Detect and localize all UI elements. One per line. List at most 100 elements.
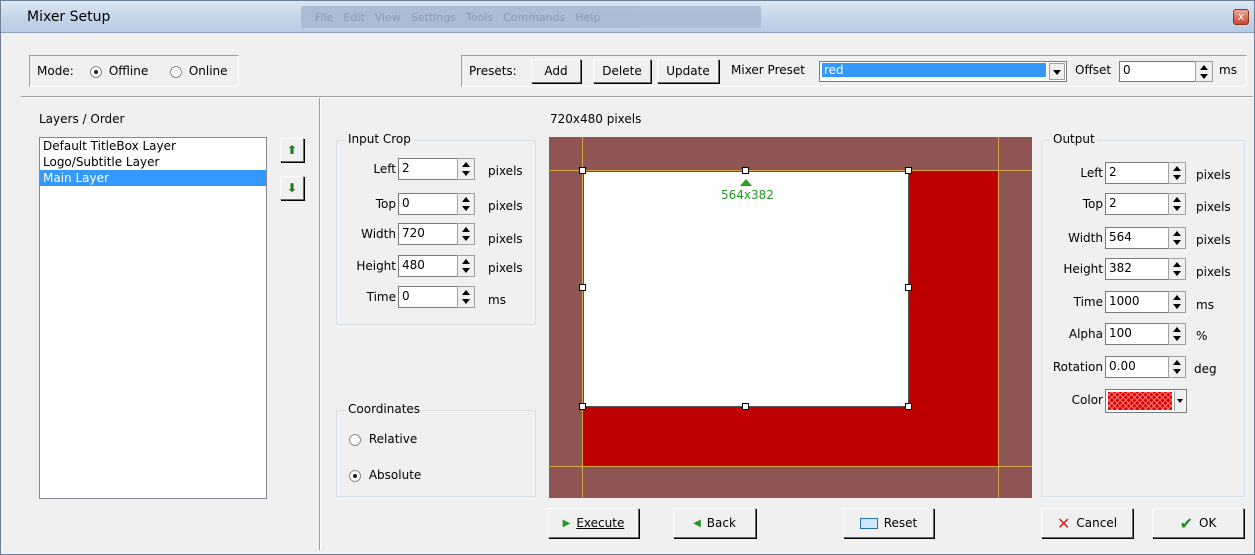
chevron-down-icon <box>1049 63 1065 80</box>
preview-size-label: 720x480 pixels <box>550 112 642 126</box>
resize-handle-se[interactable] <box>905 403 912 410</box>
execute-button[interactable]: ▶ Execute <box>548 508 639 538</box>
input-crop-title: Input Crop <box>345 132 414 146</box>
absolute-label: Absolute <box>368 468 422 482</box>
background-menu-bar: File Edit View Settings Tools Commands H… <box>301 6 761 28</box>
resize-handle-nw[interactable] <box>579 167 586 174</box>
resize-handle-e[interactable] <box>905 284 912 291</box>
mode-offline-label: Offline <box>108 64 149 78</box>
selected-layer-rect[interactable] <box>583 171 909 407</box>
out-alpha-spinner[interactable] <box>1168 323 1186 345</box>
out-left-label: Left <box>1080 166 1103 180</box>
ghost-menu-tools: Tools <box>465 10 494 24</box>
out-time-spinner[interactable] <box>1168 291 1186 313</box>
ok-button[interactable]: ✔ OK <box>1152 508 1244 538</box>
mixer-preset-value: red <box>822 63 1046 77</box>
mixer-preset-label: Mixer Preset <box>731 63 805 77</box>
out-time-unit: ms <box>1196 298 1214 312</box>
radio-empty-icon <box>170 65 182 78</box>
out-top-spinner[interactable] <box>1168 193 1186 215</box>
ghost-menu-commands: Commands <box>503 10 566 24</box>
out-top-label: Top <box>1082 197 1103 211</box>
radio-dot-icon <box>90 65 102 78</box>
title-bar[interactable]: Mixer Setup File Edit View Settings Tool… <box>1 1 1254 33</box>
out-alpha-label: Alpha <box>1068 327 1103 341</box>
out-height-label: Height <box>1063 262 1103 276</box>
checkmark-icon: ✔ <box>1179 513 1194 533</box>
resize-handle-s[interactable] <box>742 403 749 410</box>
back-arrow-icon: ◀ <box>693 517 701 529</box>
move-down-button[interactable]: ⬇ <box>280 176 304 200</box>
layers-list[interactable]: Default TitleBox Layer Logo/Subtitle Lay… <box>39 137 267 499</box>
update-preset-button[interactable]: Update <box>657 59 719 83</box>
out-width-unit: pixels <box>1196 233 1231 247</box>
mode-label: Mode: <box>37 64 74 78</box>
arrow-up-icon: ⬆ <box>286 143 298 157</box>
layers-divider <box>319 98 321 550</box>
cancel-x-icon: ✕ <box>1056 513 1071 533</box>
out-height-unit: pixels <box>1196 265 1231 279</box>
out-height-spinner[interactable] <box>1168 258 1186 280</box>
preview-canvas[interactable]: 564x382 <box>549 137 1032 498</box>
crop-top-spinner[interactable] <box>457 193 475 215</box>
reset-button[interactable]: Reset <box>843 508 934 538</box>
offset-spinner[interactable] <box>1195 61 1213 82</box>
crop-height-unit: pixels <box>488 261 523 275</box>
reset-label: Reset <box>883 516 918 530</box>
crop-left-label: Left <box>373 162 396 176</box>
delete-preset-button[interactable]: Delete <box>593 59 651 83</box>
mixer-preset-dropdown[interactable]: red <box>819 61 1067 82</box>
cancel-button[interactable]: ✕ Cancel <box>1041 508 1133 538</box>
crop-height-spinner[interactable] <box>457 255 475 277</box>
color-picker[interactable] <box>1105 389 1187 413</box>
ghost-menu-settings: Settings <box>410 10 456 24</box>
out-left-unit: pixels <box>1196 168 1231 182</box>
move-up-button[interactable]: ⬆ <box>280 138 304 162</box>
ok-label: OK <box>1199 516 1217 530</box>
coordinates-group: Coordinates <box>336 402 536 497</box>
mode-panel: Mode: Offline Online <box>29 55 239 87</box>
crop-width-spinner[interactable] <box>457 223 475 245</box>
out-time-label: Time <box>1073 295 1103 309</box>
crop-left-spinner[interactable] <box>457 158 475 180</box>
delete-label: Delete <box>602 64 642 78</box>
mode-online-radio[interactable]: Online <box>170 64 228 78</box>
close-icon[interactable]: x <box>1233 9 1249 25</box>
ghost-menu-file: File <box>315 10 334 24</box>
resize-handle-n[interactable] <box>742 167 749 174</box>
mixer-setup-window: Mixer Setup File Edit View Settings Tool… <box>0 0 1255 555</box>
list-item-selected[interactable]: Main Layer <box>40 170 266 186</box>
layer-size-label: 564x382 <box>721 188 774 202</box>
ghost-menu-view: View <box>374 10 401 24</box>
out-width-label: Width <box>1068 231 1103 245</box>
out-rotation-label: Rotation <box>1052 360 1103 374</box>
back-button[interactable]: ◀ Back <box>673 508 756 538</box>
resize-handle-w[interactable] <box>579 284 586 291</box>
list-item[interactable]: Default TitleBox Layer <box>40 138 266 154</box>
absolute-radio[interactable]: Absolute <box>349 468 421 482</box>
window-title: Mixer Setup <box>27 9 111 25</box>
out-width-spinner[interactable] <box>1168 227 1186 249</box>
color-swatch <box>1108 392 1172 410</box>
guide-line-right <box>998 137 999 498</box>
reset-icon <box>859 517 878 529</box>
crop-top-unit: pixels <box>488 199 523 213</box>
crop-time-spinner[interactable] <box>457 286 475 308</box>
crop-width-unit: pixels <box>488 232 523 246</box>
add-preset-button[interactable]: Add <box>531 59 581 83</box>
execute-label: Execute <box>576 516 625 530</box>
rotation-marker-icon[interactable] <box>740 179 752 186</box>
list-item[interactable]: Logo/Subtitle Layer <box>40 154 266 170</box>
resize-handle-ne[interactable] <box>905 167 912 174</box>
out-rotation-spinner[interactable] <box>1168 356 1186 378</box>
relative-radio[interactable]: Relative <box>349 432 417 446</box>
out-left-spinner[interactable] <box>1168 162 1186 184</box>
crop-width-label: Width <box>361 227 396 241</box>
cancel-label: Cancel <box>1076 516 1118 530</box>
out-rotation-unit: deg <box>1194 362 1217 376</box>
header-divider <box>21 96 1253 98</box>
chevron-down-icon <box>1174 391 1185 411</box>
resize-handle-sw[interactable] <box>579 403 586 410</box>
crop-time-unit: ms <box>488 293 506 307</box>
mode-offline-radio[interactable]: Offline <box>90 64 148 78</box>
